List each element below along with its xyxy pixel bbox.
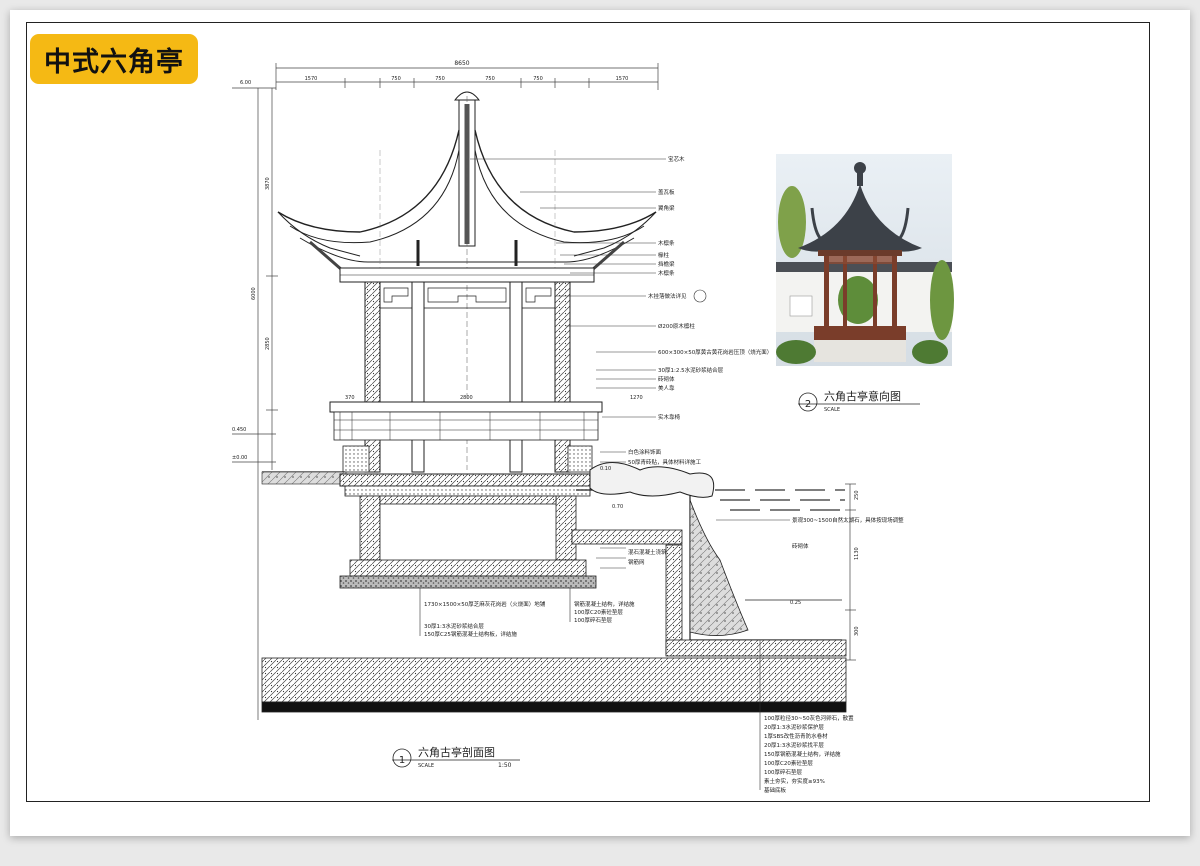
label-mid-4: 混石混凝土浇筑 (628, 548, 667, 556)
water-dim-b: 1130 (854, 547, 860, 560)
level-floor: 0.450 (232, 427, 246, 433)
level-b: 0.25 (790, 600, 801, 606)
bottom-labels: 100厚粒径30~50灰色河卵石，散置 20厚1:3水泥砂浆保护层 1厚SBS改… (764, 714, 854, 794)
pavilion-photo (776, 154, 954, 366)
dim-seg-5: 750 (533, 76, 543, 82)
label-bottom-0: 100厚粒径30~50灰色河卵石，散置 (764, 714, 854, 722)
level-c: 0.10 (600, 466, 611, 472)
dim-seg-3: 750 (435, 76, 445, 82)
label-bottom-7: 素土夯实，夯实度≥93% (764, 777, 825, 785)
label-upper-1: 盖瓦板 (658, 188, 675, 196)
top-dimension (275, 63, 659, 90)
label-mid-0: 白色涂料饰面 (628, 448, 662, 456)
plinth-dim-right: 1270 (630, 395, 643, 401)
section-caption-scale: 1:50 (498, 762, 512, 769)
water-dim-c: 300 (854, 626, 860, 636)
base-labels-left: 1730×1500×50厚芝麻灰花岗岩（火烧面）地铺 30厚1:3水泥砂浆结合层… (424, 600, 546, 638)
dim-seg-1: 1570 (305, 76, 318, 82)
height-lower-dim: 2850 (265, 337, 271, 350)
section-caption: 1 六角古亭剖面图 SCALE 1:50 (392, 745, 520, 769)
plinth-dim-left: 370 (345, 395, 355, 401)
label-bottom-2: 1厚SBS改性沥青防水卷材 (764, 732, 828, 740)
label-upper-10: 30厚1:2.5水泥砂浆结合层 (658, 366, 724, 374)
left-dimensions (232, 87, 278, 720)
label-upper-4: 椽柱 (658, 251, 670, 259)
label-base-left-2: 150厚C25钢筋混凝土结构板，详结施 (424, 630, 517, 638)
section-caption-number: 1 (399, 755, 405, 766)
label-bottom-5: 100厚C20素砼垫层 (764, 759, 813, 767)
photo-caption-number: 2 (805, 399, 811, 410)
label-mid-3: 砖砌体 (792, 542, 809, 550)
level-top: 6.00 (240, 80, 251, 86)
dim-seg-4: 750 (485, 76, 495, 82)
section-caption-scale-word: SCALE (418, 763, 434, 769)
label-upper-6: 木檩条 (658, 269, 675, 277)
water-dim-a: 250 (854, 490, 860, 500)
label-upper-8: Ø200原木檩柱 (658, 322, 695, 330)
photo-caption-scale-word: SCALE (824, 407, 840, 413)
label-base-left-1: 30厚1:3水泥砂浆结合层 (424, 622, 484, 630)
plinth-dim-mid: 2800 (460, 395, 473, 401)
dim-seg-2: 750 (391, 76, 401, 82)
label-upper-3: 木檩条 (658, 239, 675, 247)
label-upper-7: 木挂落做法详见 (648, 292, 687, 300)
pavilion-structure (329, 267, 603, 473)
level-a: 0.70 (612, 504, 623, 510)
pavilion-section-drawing: 8650 1570 750 750 750 750 1570 6.00 0.45… (232, 60, 954, 794)
label-base-mid-2: 100厚碎石垫层 (574, 616, 612, 624)
label-mid-5: 钢筋网 (628, 558, 645, 566)
dim-seg-6: 1570 (616, 76, 629, 82)
label-mid-1: 50厚青砖贴，具体材料详施工 (628, 458, 701, 466)
height-upper-dim: 3870 (265, 177, 271, 190)
label-upper-13: 实木靠椅 (658, 413, 681, 421)
label-upper-9: 600×300×50厚黄古黄花岗岩压顶（烧光面） (658, 348, 772, 356)
label-base-mid-1: 100厚C20素砼垫层 (574, 608, 623, 616)
label-upper-11: 砖砌体 (658, 375, 675, 383)
label-upper-12: 美人靠 (658, 384, 675, 392)
label-upper-5: 挡檐梁 (658, 260, 675, 268)
base-labels-mid: 钢筋混凝土结构，详结施 100厚C20素砼垫层 100厚碎石垫层 (574, 600, 635, 624)
photo-caption-title: 六角古亭意向图 (824, 389, 901, 403)
section-caption-title: 六角古亭剖面图 (418, 745, 495, 759)
overall-width-dim: 8650 (454, 60, 469, 67)
label-bottom-3: 20厚1:3水泥砂浆找平层 (764, 741, 824, 749)
label-bottom-1: 20厚1:3水泥砂浆保护层 (764, 723, 824, 731)
label-mid-2: 景观300~1500自然太湖石，具体按现场调整 (792, 516, 904, 524)
foundation-section (261, 462, 856, 713)
height-total-dim: 6000 (251, 287, 257, 300)
photo-caption: 2 六角古亭意向图 SCALE (798, 389, 920, 413)
level-ground: ±0.00 (232, 455, 247, 461)
label-base-left-0: 1730×1500×50厚芝麻灰花岗岩（火烧面）地铺 (424, 600, 546, 608)
upper-labels: 宝芯木 盖瓦板 翼角梁 木檩条 椽柱 挡檐梁 木檩条 木挂落做法详见 Ø200原… (648, 155, 772, 421)
label-bottom-6: 100厚碎石垫层 (764, 768, 802, 776)
label-base-mid-0: 钢筋混凝土结构，详结施 (574, 600, 635, 608)
label-bottom-4: 150厚钢筋混凝土结构，详结施 (764, 750, 841, 758)
label-upper-0: 宝芯木 (668, 155, 685, 163)
label-bottom-8: 基础底板 (764, 786, 787, 794)
label-upper-2: 翼角梁 (658, 204, 675, 212)
